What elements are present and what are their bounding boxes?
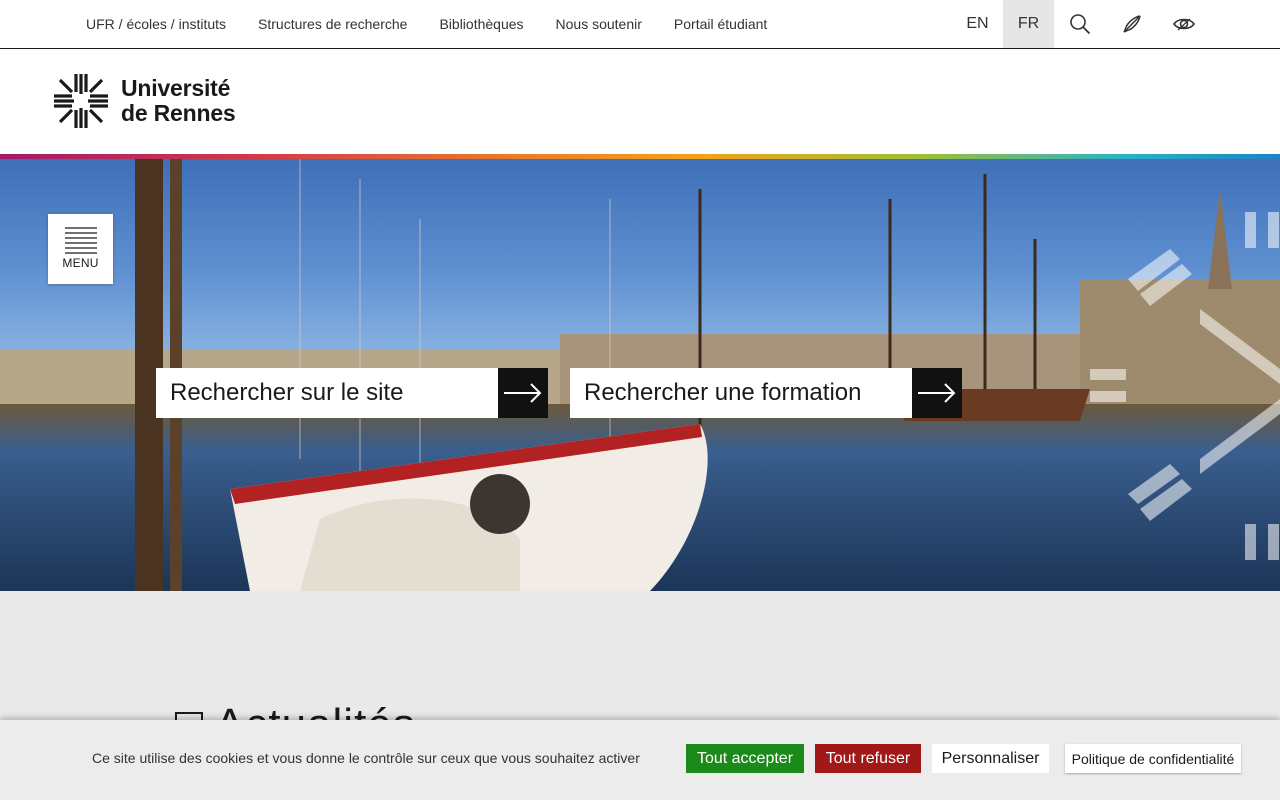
- search-icon: [1070, 14, 1091, 35]
- top-nav: UFR / écoles / instituts Structures de r…: [70, 0, 783, 48]
- cookie-refuse-button[interactable]: Tout refuser: [815, 744, 921, 773]
- search-button[interactable]: [1054, 0, 1106, 48]
- cookie-message: Ce site utilise des cookies et vous donn…: [92, 750, 640, 766]
- logo-text: Université de Rennes: [121, 76, 236, 126]
- privacy-policy-link[interactable]: Politique de confidentialité: [1065, 744, 1241, 773]
- site-search-input[interactable]: [156, 368, 498, 418]
- logo-line-2: de Rennes: [121, 100, 236, 126]
- university-emblem-icon: [54, 74, 108, 128]
- formation-search-submit-button[interactable]: [912, 368, 962, 418]
- topnav-link-ufr[interactable]: UFR / écoles / instituts: [70, 16, 242, 32]
- accessibility-button[interactable]: [1158, 0, 1210, 48]
- hero-banner: MENU: [0, 159, 1280, 591]
- site-search-submit-button[interactable]: [498, 368, 548, 418]
- arrow-right-icon: [918, 383, 956, 403]
- top-utility-bar: UFR / écoles / instituts Structures de r…: [0, 0, 1280, 49]
- rocket-icon: [1123, 15, 1141, 33]
- hamburger-icon: [64, 227, 97, 254]
- lang-fr-button[interactable]: FR: [1003, 0, 1054, 48]
- topnav-link-libraries[interactable]: Bibliothèques: [423, 16, 539, 32]
- arrow-right-icon: [504, 383, 542, 403]
- menu-button[interactable]: MENU: [48, 214, 113, 284]
- formation-search: [570, 368, 962, 418]
- eye-icon: [1173, 18, 1195, 31]
- topnav-link-student-portal[interactable]: Portail étudiant: [658, 16, 783, 32]
- cookie-accept-button[interactable]: Tout accepter: [686, 744, 804, 773]
- site-header: Université de Rennes: [0, 49, 1280, 154]
- university-logo[interactable]: Université de Rennes: [52, 72, 236, 130]
- cookie-banner: Ce site utilise des cookies et vous donn…: [0, 720, 1280, 800]
- topnav-link-research[interactable]: Structures de recherche: [242, 16, 423, 32]
- lang-en-button[interactable]: EN: [952, 0, 1003, 48]
- formation-search-input[interactable]: [570, 368, 912, 418]
- cookie-customize-button[interactable]: Personnaliser: [932, 744, 1049, 773]
- quick-access-button[interactable]: [1106, 0, 1158, 48]
- site-search: [156, 368, 548, 418]
- logo-line-1: Université: [121, 75, 231, 101]
- topnav-link-support[interactable]: Nous soutenir: [540, 16, 658, 32]
- menu-label: MENU: [62, 256, 99, 270]
